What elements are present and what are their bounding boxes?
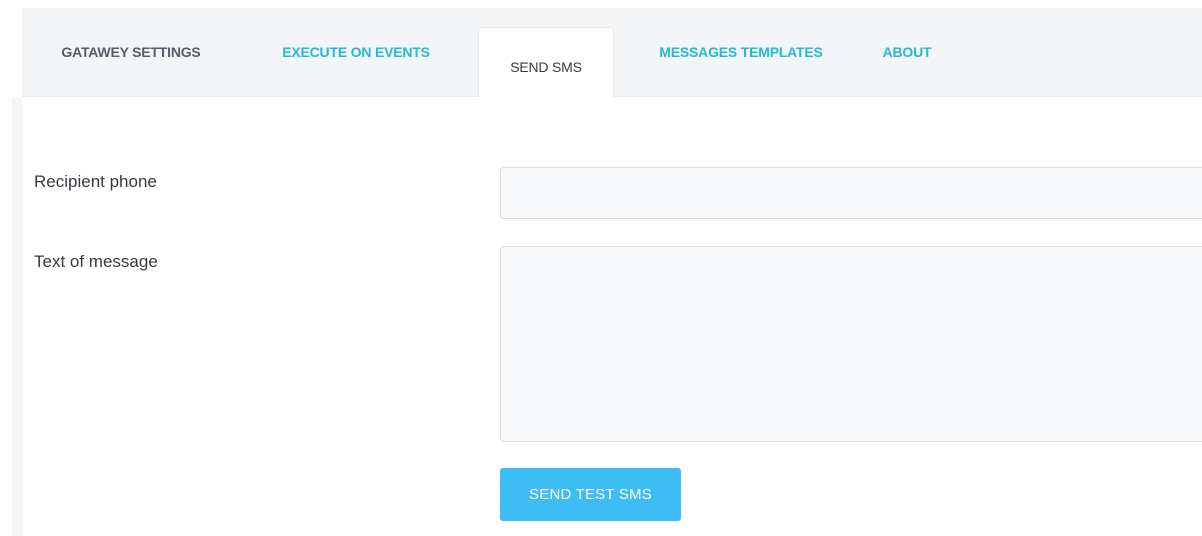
panel-left-border [12,97,22,536]
module-config-page: GATAWEY SETTINGS EXECUTE ON EVENTS SEND … [0,0,1202,536]
tab-label: SEND SMS [510,58,582,75]
recipient-phone-input[interactable] [500,167,1202,219]
message-text-area[interactable] [500,246,1202,442]
tab-gateway-settings[interactable]: GATAWEY SETTINGS [22,8,240,96]
tab-label: MESSAGES TEMPLATES [659,44,823,60]
send-test-sms-button[interactable]: SEND TEST SMS [500,468,681,521]
tab-send-sms[interactable]: SEND SMS [478,27,614,105]
tab-label: ABOUT [882,44,932,60]
tab-bar: GATAWEY SETTINGS EXECUTE ON EVENTS SEND … [22,8,1202,105]
message-text-label: Text of message [34,252,158,271]
tab-label: GATAWEY SETTINGS [61,44,201,60]
tab-execute-on-events[interactable]: EXECUTE ON EVENTS [252,8,460,96]
tab-messages-templates[interactable]: MESSAGES TEMPLATES [634,8,848,96]
tab-label: EXECUTE ON EVENTS [282,44,430,60]
tab-about[interactable]: ABOUT [862,8,952,96]
recipient-phone-label: Recipient phone [34,172,157,191]
